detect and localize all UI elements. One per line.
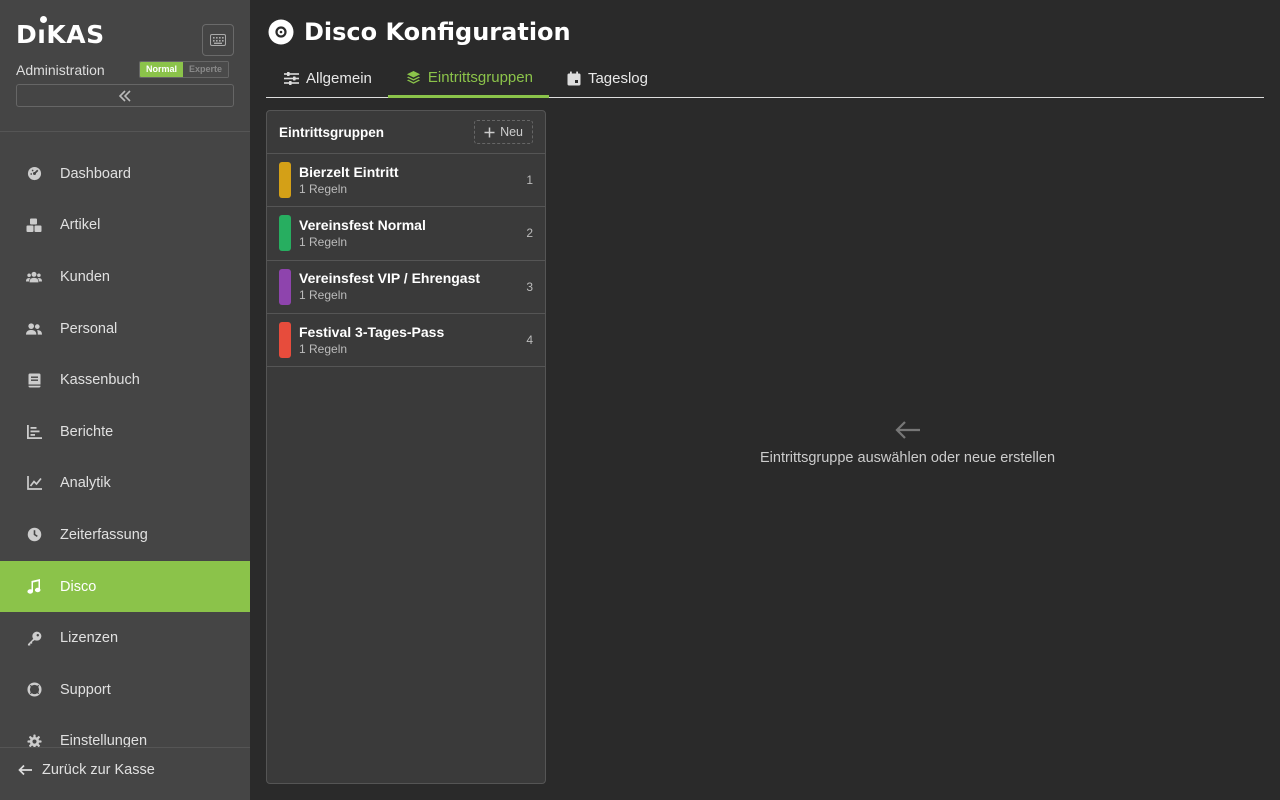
key-icon — [26, 630, 42, 646]
sidebar-item-lizenzen[interactable]: Lizenzen — [0, 612, 250, 664]
groups-panel-header: Eintrittsgruppen Neu — [267, 111, 545, 154]
keyboard-icon — [210, 34, 226, 46]
mode-normal-option[interactable]: Normal — [140, 62, 184, 77]
group-number: 2 — [526, 226, 533, 241]
plus-icon — [484, 127, 495, 138]
sidebar-item-artikel[interactable]: Artikel — [0, 200, 250, 252]
tab-label: Allgemein — [306, 70, 372, 87]
new-group-button[interactable]: Neu — [474, 120, 533, 144]
group-row-bierzelt[interactable]: Bierzelt Eintritt 1 Regeln 1 — [267, 154, 545, 208]
sidebar-item-label: Kunden — [60, 268, 110, 285]
dashboard-icon — [26, 166, 42, 182]
double-chevron-left-icon — [118, 89, 131, 102]
groups-panel: Eintrittsgruppen Neu Bierzelt Eintritt 1… — [266, 110, 546, 784]
sidebar-item-label: Personal — [60, 320, 118, 337]
tab-tageslog[interactable]: Tageslog — [549, 60, 664, 97]
sidebar-item-label: Einstellungen — [60, 733, 148, 748]
lifebuoy-icon — [26, 682, 42, 698]
user-group-icon — [26, 321, 42, 337]
group-row-vereinsfest-vip[interactable]: Vereinsfest VIP / Ehrengast 1 Regeln 3 — [267, 261, 545, 314]
arrow-left-icon — [700, 420, 1115, 440]
group-color-swatch — [279, 215, 291, 252]
gear-icon — [26, 733, 42, 748]
group-name: Bierzelt Eintritt — [299, 163, 399, 180]
sidebar-item-kassenbuch[interactable]: Kassenbuch — [0, 354, 250, 406]
mode-expert-option[interactable]: Experte — [183, 62, 229, 77]
sidebar-item-label: Artikel — [60, 217, 101, 234]
app-subtitle: Administration — [16, 62, 105, 78]
empty-state-text: Eintrittsgruppe auswählen oder neue erst… — [759, 450, 1056, 466]
arrow-left-icon — [18, 764, 33, 776]
clock-icon — [26, 527, 42, 543]
music-icon — [26, 579, 42, 595]
group-name: Festival 3-Tages-Pass — [299, 323, 445, 340]
group-rule-count: 1 Regeln — [299, 341, 348, 356]
group-number: 4 — [526, 333, 533, 348]
groups-panel-title: Eintrittsgruppen — [279, 124, 384, 140]
sidebar-item-zeiterfassung[interactable]: Zeiterfassung — [0, 509, 250, 561]
line-chart-icon — [26, 475, 42, 491]
sidebar-item-einstellungen[interactable]: Einstellungen — [0, 716, 250, 748]
book-icon — [26, 372, 42, 388]
calendar-icon — [567, 71, 581, 86]
mode-toggle[interactable]: Normal Experte — [139, 61, 230, 78]
sidebar-item-label: Disco — [60, 578, 97, 595]
sidebar-item-personal[interactable]: Personal — [0, 303, 250, 355]
sidebar-item-label: Analytik — [60, 475, 111, 492]
group-color-swatch — [279, 162, 291, 199]
new-group-label: Neu — [500, 125, 523, 139]
group-row-festival[interactable]: Festival 3-Tages-Pass 1 Regeln 4 — [267, 314, 545, 368]
app-logo: DıKAS — [16, 16, 105, 49]
sidebar-item-kunden[interactable]: Kunden — [0, 251, 250, 303]
group-number: 1 — [526, 173, 533, 188]
users-icon — [26, 269, 42, 285]
group-name: Vereinsfest Normal — [299, 216, 426, 233]
sidebar-item-label: Zeiterfassung — [60, 526, 148, 543]
tab-bar: Allgemein Eintrittsgruppen Tageslog — [266, 60, 1264, 98]
sidebar-item-label: Support — [60, 681, 111, 698]
sidebar-item-support[interactable]: Support — [0, 664, 250, 716]
group-rule-count: 1 Regeln — [299, 181, 348, 196]
back-to-register-link[interactable]: Zurück zur Kasse — [18, 762, 155, 778]
group-name: Vereinsfest VIP / Ehrengast — [299, 270, 481, 287]
group-row-vereinsfest-normal[interactable]: Vereinsfest Normal 1 Regeln 2 — [267, 207, 545, 261]
page-header: Disco Konfiguration — [268, 18, 571, 46]
sidebar-item-label: Berichte — [60, 423, 114, 440]
bar-chart-icon — [26, 424, 42, 440]
tab-label: Tageslog — [587, 70, 648, 87]
layers-icon — [406, 70, 421, 85]
page-title: Disco Konfiguration — [304, 18, 571, 46]
group-rule-count: 1 Regeln — [299, 288, 348, 303]
tab-eintrittsgruppen[interactable]: Eintrittsgruppen — [387, 60, 549, 98]
sidebar-item-label: Lizenzen — [60, 630, 119, 647]
sidebar-bottom-divider — [0, 747, 250, 748]
group-color-swatch — [279, 322, 291, 359]
sidebar-item-disco[interactable]: Disco — [0, 560, 250, 613]
group-rule-count: 1 Regeln — [299, 234, 348, 249]
sidebar-item-dashboard[interactable]: Dashboard — [0, 148, 250, 200]
sidebar: DıKAS Administration Normal Experte Dash… — [0, 0, 250, 800]
group-color-swatch — [279, 268, 291, 305]
empty-state: Eintrittsgruppe auswählen oder neue erst… — [700, 420, 1115, 466]
sliders-icon — [284, 72, 299, 85]
disc-icon — [268, 19, 294, 45]
sidebar-item-berichte[interactable]: Berichte — [0, 406, 250, 458]
tab-allgemein[interactable]: Allgemein — [266, 60, 388, 97]
sidebar-item-analytik[interactable]: Analytik — [0, 458, 250, 510]
group-number: 3 — [526, 279, 533, 294]
sidebar-nav: Dashboard Artikel Kunden Personal Kassen… — [0, 148, 250, 748]
boxes-icon — [26, 217, 42, 233]
keyboard-button[interactable] — [202, 24, 234, 56]
sidebar-item-label: Kassenbuch — [60, 372, 140, 389]
tab-label: Eintrittsgruppen — [427, 69, 533, 86]
sidebar-item-label: Dashboard — [60, 165, 131, 182]
collapse-sidebar-button[interactable] — [16, 84, 234, 107]
sidebar-divider — [0, 131, 250, 132]
back-link-label: Zurück zur Kasse — [42, 762, 155, 778]
